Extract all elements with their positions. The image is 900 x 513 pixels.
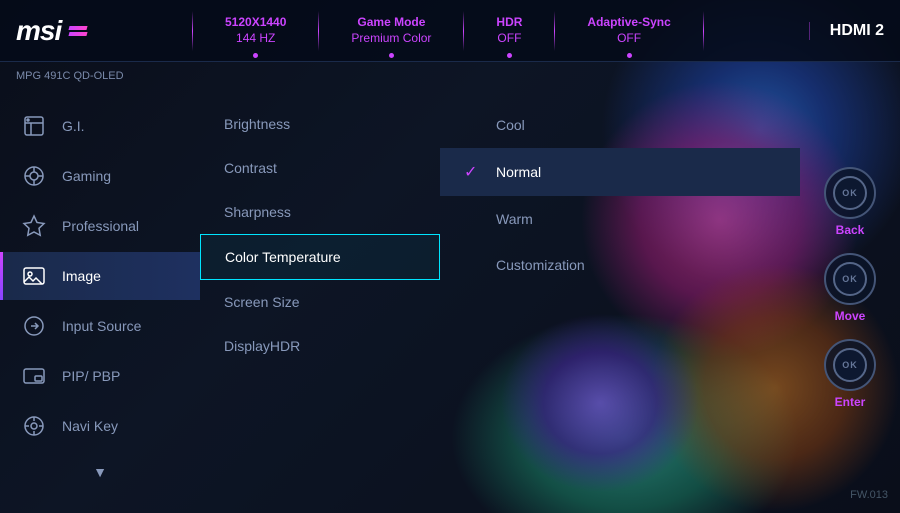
- menu-item-color-temp[interactable]: Color Temperature: [200, 234, 440, 280]
- enter-label: Enter: [835, 395, 866, 409]
- option-cool[interactable]: Cool: [440, 102, 800, 148]
- menu-item-brightness[interactable]: Brightness: [200, 102, 440, 146]
- cool-checkmark: [464, 116, 484, 134]
- normal-checkmark: ✓: [464, 162, 484, 182]
- header-divider-3: [463, 11, 464, 51]
- option-normal[interactable]: ✓ Normal: [440, 148, 800, 196]
- hdr-value: OFF: [497, 31, 521, 47]
- warm-checkmark: [464, 210, 484, 228]
- logo-line-2: [69, 32, 88, 36]
- sidebar-item-navi-key[interactable]: Navi Key: [0, 402, 200, 450]
- game-mode-label: Game Mode: [357, 15, 425, 31]
- navi-key-icon: [20, 412, 48, 440]
- fw-version: FW.013: [850, 489, 888, 501]
- displayhdr-label: DisplayHDR: [224, 338, 300, 354]
- option-customization[interactable]: Customization: [440, 242, 800, 288]
- move-button[interactable]: OK Move: [824, 253, 876, 323]
- header-dot-3: [507, 53, 512, 58]
- cool-label: Cool: [496, 117, 525, 133]
- brightness-label: Brightness: [224, 116, 290, 132]
- sidebar-item-gaming[interactable]: Gaming: [0, 152, 200, 200]
- sidebar-more-arrow[interactable]: ▼: [85, 456, 115, 488]
- msi-logo: msi: [16, 15, 61, 47]
- header-divider-2: [318, 11, 319, 51]
- sidebar-label-image: Image: [62, 268, 101, 284]
- back-button[interactable]: OK Back: [824, 167, 876, 237]
- move-ok-text: OK: [842, 274, 858, 284]
- normal-label: Normal: [496, 164, 541, 180]
- sidebar-item-image[interactable]: Image: [0, 252, 200, 300]
- sidebar-item-input-source[interactable]: Input Source: [0, 302, 200, 350]
- sidebar-item-pip-pbp[interactable]: PIP/ PBP: [0, 352, 200, 400]
- header: msi 5120X1440 144 HZ Game Mode Premium C…: [0, 0, 900, 62]
- middle-menu: Brightness Contrast Sharpness Color Temp…: [200, 72, 440, 503]
- header-dot-1: [253, 53, 258, 58]
- input-source-icon: [20, 312, 48, 340]
- header-divider-1: [192, 11, 193, 51]
- sidebar: G.I. Gaming Profession: [0, 72, 200, 503]
- screen-size-label: Screen Size: [224, 294, 299, 310]
- menu-item-sharpness[interactable]: Sharpness: [200, 190, 440, 234]
- sharpness-label: Sharpness: [224, 204, 291, 220]
- gaming-icon: [20, 162, 48, 190]
- sidebar-label-gi: G.I.: [62, 118, 85, 134]
- pip-icon: [20, 362, 48, 390]
- monitor-name: MPG 491C QD-OLED: [16, 70, 124, 82]
- back-ok-text: OK: [842, 188, 858, 198]
- enter-circle: OK: [824, 339, 876, 391]
- header-resolution: 5120X1440 144 HZ: [209, 15, 302, 46]
- header-dot-2: [389, 53, 394, 58]
- header-divider-4: [554, 11, 555, 51]
- menu-item-displayhdr[interactable]: DisplayHDR: [200, 324, 440, 368]
- option-warm[interactable]: Warm: [440, 196, 800, 242]
- sidebar-label-gaming: Gaming: [62, 168, 111, 184]
- move-label: Move: [835, 309, 866, 323]
- sidebar-label-pip-pbp: PIP/ PBP: [62, 368, 120, 384]
- move-circle: OK: [824, 253, 876, 305]
- header-dot-4: [627, 53, 632, 58]
- header-hdr: HDR OFF: [480, 15, 538, 46]
- image-icon: [20, 262, 48, 290]
- game-mode-value: Premium Color: [351, 31, 431, 47]
- back-circle: OK: [824, 167, 876, 219]
- main-container: msi 5120X1440 144 HZ Game Mode Premium C…: [0, 0, 900, 513]
- header-adaptive-sync: Adaptive-Sync OFF: [571, 15, 686, 46]
- logo-lines: [69, 26, 87, 36]
- logo-area: msi: [16, 15, 176, 47]
- right-controls: OK Back OK Move OK Ent: [800, 72, 900, 503]
- warm-label: Warm: [496, 211, 533, 227]
- sidebar-label-professional: Professional: [62, 218, 139, 234]
- color-temp-label: Color Temperature: [225, 249, 341, 265]
- customization-checkmark: [464, 256, 484, 274]
- sidebar-label-input-source: Input Source: [62, 318, 141, 334]
- sidebar-label-navi-key: Navi Key: [62, 418, 118, 434]
- contrast-label: Contrast: [224, 160, 277, 176]
- back-label: Back: [836, 223, 865, 237]
- hdr-label: HDR: [496, 15, 522, 31]
- arrow-down-icon: ▼: [93, 464, 107, 480]
- logo-line-1: [69, 26, 88, 30]
- back-circle-inner: OK: [833, 176, 867, 210]
- enter-ok-text: OK: [842, 360, 858, 370]
- move-circle-inner: OK: [833, 262, 867, 296]
- hdmi-label: HDMI 2: [809, 22, 884, 40]
- enter-button[interactable]: OK Enter: [824, 339, 876, 409]
- resolution-value: 5120X1440: [225, 15, 286, 31]
- header-divider-5: [703, 11, 704, 51]
- professional-icon: [20, 212, 48, 240]
- menu-item-contrast[interactable]: Contrast: [200, 146, 440, 190]
- content-area: G.I. Gaming Profession: [0, 62, 900, 513]
- sidebar-item-professional[interactable]: Professional: [0, 202, 200, 250]
- customization-label: Customization: [496, 257, 585, 273]
- menu-item-screen-size[interactable]: Screen Size: [200, 280, 440, 324]
- options-panel: Cool ✓ Normal Warm Customization: [440, 72, 800, 503]
- gi-icon: [20, 112, 48, 140]
- enter-circle-inner: OK: [833, 348, 867, 382]
- hz-value: 144 HZ: [236, 31, 275, 47]
- adaptive-sync-label: Adaptive-Sync: [587, 15, 670, 31]
- sidebar-item-gi[interactable]: G.I.: [0, 102, 200, 150]
- header-game-mode: Game Mode Premium Color: [335, 15, 447, 46]
- adaptive-sync-value: OFF: [617, 31, 641, 47]
